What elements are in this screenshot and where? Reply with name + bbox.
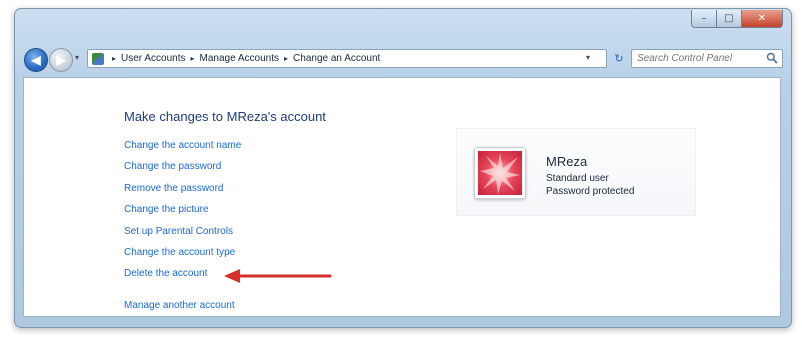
change-picture-link[interactable]: Change the picture (124, 204, 241, 225)
page-title: Make changes to MReza's account (124, 109, 326, 124)
address-bar[interactable]: ▸ User Accounts ▸ Manage Accounts ▸ Chan… (87, 49, 607, 68)
refresh-button[interactable]: ↻ (611, 50, 627, 67)
forward-button[interactable]: ▶ (49, 48, 73, 72)
remove-password-link[interactable]: Remove the password (124, 183, 241, 204)
close-button[interactable]: ✕ (742, 10, 783, 28)
title-bar: – □ ✕ (15, 9, 791, 39)
breadcrumb-manage-accounts[interactable]: Manage Accounts (200, 53, 280, 64)
password-status: Password protected (546, 186, 635, 197)
change-account-type-link[interactable]: Change the account type (124, 247, 241, 268)
minimize-button[interactable]: – (691, 10, 717, 28)
navigation-bar: ◀ ▶ ▾ ▸ User Accounts ▸ Manage Accounts … (15, 45, 791, 73)
breadcrumb-separator[interactable]: ▸ (112, 54, 116, 63)
content-pane: Make changes to MReza's account Change t… (23, 77, 781, 317)
breadcrumb-change-an-account[interactable]: Change an Account (293, 53, 380, 64)
breadcrumb-separator[interactable]: ▸ (191, 54, 195, 63)
control-panel-window: – □ ✕ ◀ ▶ ▾ ▸ User Accounts ▸ Manage Acc… (14, 8, 792, 328)
control-panel-icon (92, 52, 104, 65)
red-arrow-pointer (224, 269, 332, 283)
breadcrumb-user-accounts[interactable]: User Accounts (121, 53, 185, 64)
address-dropdown-button[interactable]: ▾ (586, 53, 590, 62)
search-input[interactable] (637, 53, 765, 64)
search-box[interactable] (631, 49, 783, 68)
parental-controls-link[interactable]: Set up Parental Controls (124, 226, 241, 247)
avatar (474, 147, 526, 199)
user-picture (478, 151, 522, 195)
search-icon[interactable] (766, 52, 778, 64)
change-password-link[interactable]: Change the password (124, 161, 241, 182)
recent-pages-button[interactable]: ▾ (75, 53, 79, 62)
starburst-icon (480, 153, 520, 194)
manage-another-account-link[interactable]: Manage another account (124, 300, 235, 311)
account-type: Standard user (546, 173, 609, 184)
caption-buttons: – □ ✕ (691, 10, 783, 28)
breadcrumb-separator[interactable]: ▸ (284, 54, 288, 63)
change-account-name-link[interactable]: Change the account name (124, 140, 241, 161)
user-name: MReza (546, 154, 588, 169)
maximize-button[interactable]: □ (717, 10, 742, 28)
back-button[interactable]: ◀ (24, 48, 48, 72)
account-card: MReza Standard user Password protected (456, 128, 696, 216)
